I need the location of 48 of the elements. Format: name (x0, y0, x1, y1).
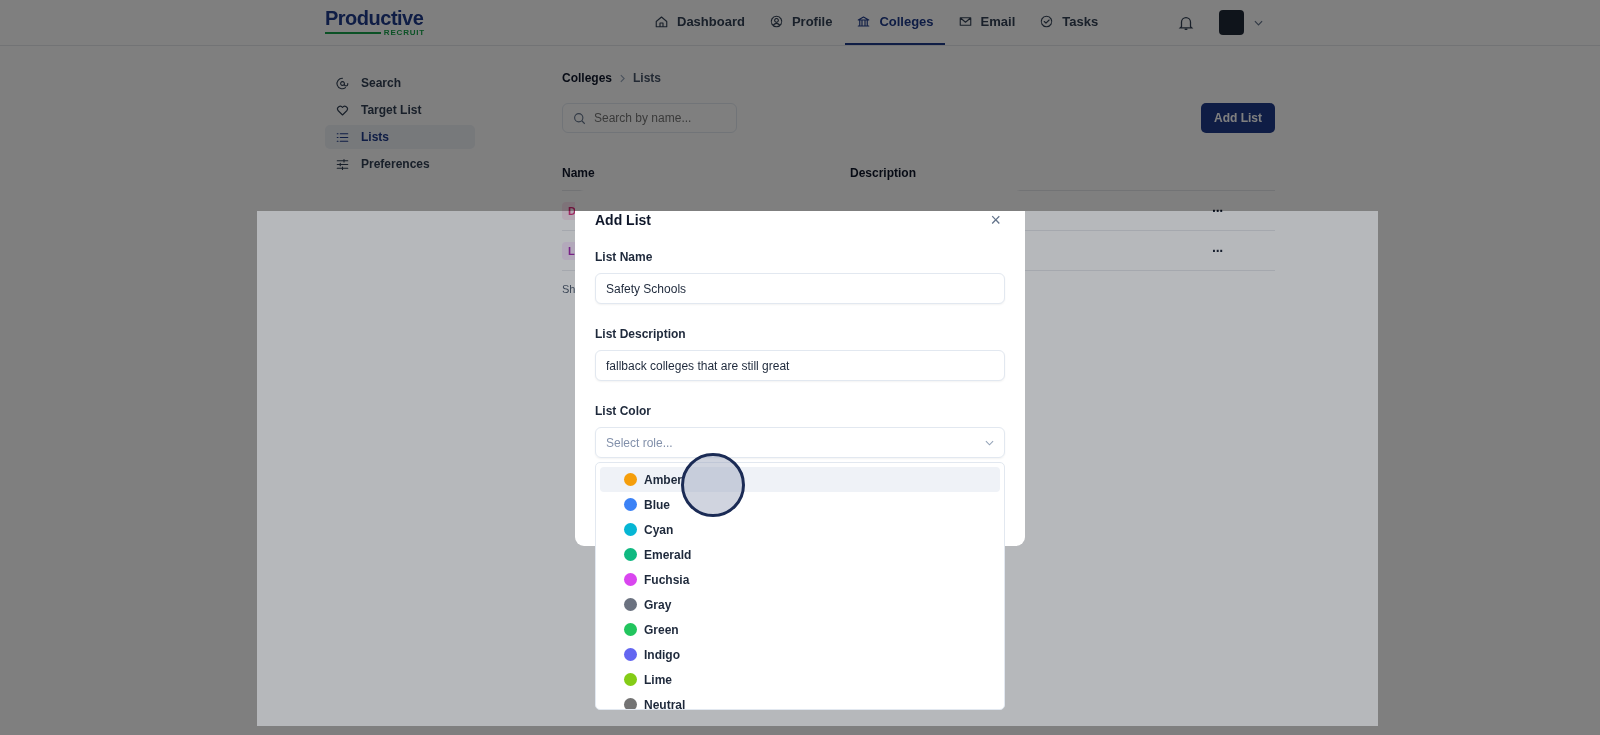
color-option[interactable]: Gray (600, 592, 1000, 617)
color-option[interactable]: Cyan (600, 517, 1000, 542)
color-option[interactable]: Amber (600, 467, 1000, 492)
color-option[interactable]: Blue (600, 492, 1000, 517)
sidebar-item[interactable]: Preferences (325, 152, 475, 176)
color-option[interactable]: Green (600, 617, 1000, 642)
chevron-down-icon (985, 439, 994, 446)
color-option[interactable]: Indigo (600, 642, 1000, 667)
table-footer-text: Sh (562, 283, 576, 295)
click-indicator-icon (681, 453, 745, 517)
search-field[interactable]: Search by name... (562, 103, 737, 133)
breadcrumb-link[interactable]: Colleges (562, 71, 612, 85)
breadcrumb-current: Lists (633, 71, 662, 85)
nav-tab[interactable]: Dashboard (643, 0, 756, 45)
column-header: Description (850, 166, 916, 182)
select-field[interactable]: Select role... (595, 427, 1005, 458)
field-label: List Description (595, 327, 687, 343)
home-icon (654, 14, 669, 29)
dialog-title: Add List (595, 212, 651, 228)
text-field[interactable]: Safety Schools (595, 273, 1005, 304)
caret-icon[interactable] (1254, 19, 1263, 26)
nav-tab[interactable]: Tasks (1028, 0, 1110, 45)
color-option[interactable]: Lime (600, 667, 1000, 692)
sidebar-item[interactable]: Target List (325, 98, 475, 122)
search-icon (572, 110, 587, 126)
color-option[interactable]: Emerald (600, 542, 1000, 567)
bank-icon (856, 14, 872, 29)
nav-tab[interactable]: Profile (757, 0, 844, 45)
sliders-icon (335, 156, 350, 172)
nav-tab[interactable]: Colleges (845, 0, 945, 45)
chevron-right-icon (620, 73, 625, 83)
add-list-button[interactable]: Add List (1201, 103, 1275, 133)
more-actions-button[interactable]: ··· (1212, 242, 1223, 259)
close-button[interactable]: × (986, 211, 1005, 229)
color-option[interactable]: Fuchsia (600, 567, 1000, 592)
mail-icon (957, 14, 973, 29)
field-label: List Color (595, 404, 652, 420)
nav-tab[interactable]: Email (946, 0, 1027, 45)
field-label: List Name (595, 250, 654, 266)
more-actions-button[interactable]: ··· (1212, 202, 1223, 219)
text-field[interactable]: fallback colleges that are still great (595, 350, 1005, 381)
heart-icon (335, 102, 350, 118)
column-header: Name (562, 166, 596, 182)
sidebar-item[interactable]: Search (325, 71, 475, 95)
sidebar-item[interactable]: Lists (325, 125, 475, 149)
at-sign-icon (335, 75, 350, 91)
color-option[interactable]: Neutral (600, 692, 1000, 709)
logo[interactable]: Productive RECRUIT (325, 8, 425, 37)
